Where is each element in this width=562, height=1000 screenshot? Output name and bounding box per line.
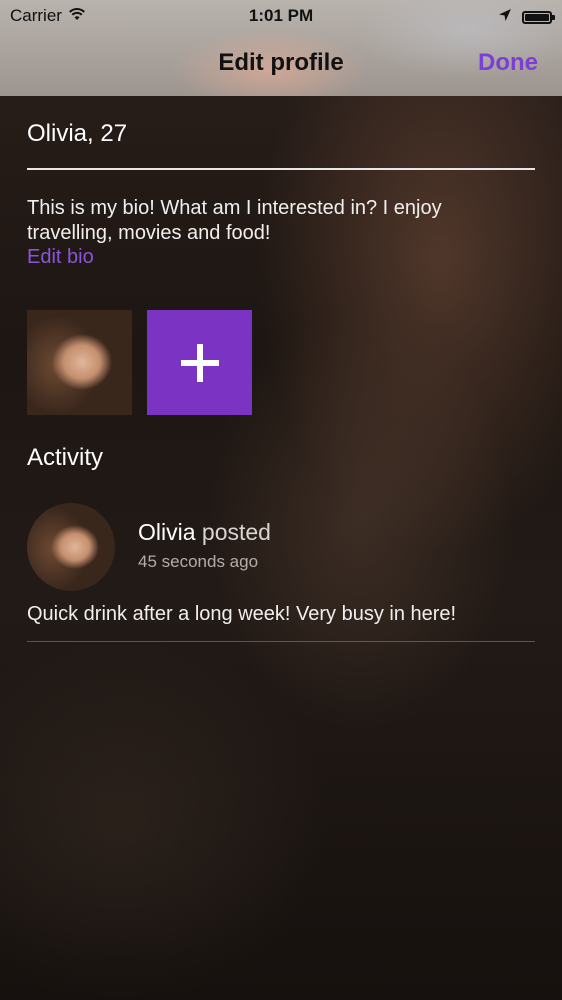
status-bar: Carrier 1:01 PM [0,0,562,32]
post-text: Quick drink after a long week! Very busy… [27,603,457,625]
header: Carrier 1:01 PM Edit profile Done [0,0,562,96]
avatar[interactable] [27,503,115,591]
battery-icon [522,10,555,24]
nav-bar: Edit profile Done [0,32,562,96]
status-right [498,7,555,27]
activity-title: Activity [27,444,104,471]
post-author[interactable]: Olivia [138,519,196,545]
status-time: 1:01 PM [248,6,314,25]
post-action: posted [201,519,271,545]
bio-text: This is my bio! What am I interested in?… [27,197,442,244]
post-timestamp: 45 seconds ago [138,552,259,571]
divider [27,641,535,642]
plus-icon [180,343,219,382]
name-field[interactable]: Olivia, 27 [27,118,535,170]
bio-section: This is my bio! What am I interested in?… [27,196,527,270]
done-button[interactable]: Done [478,49,538,77]
location-arrow-icon [498,7,512,27]
add-photo-button[interactable] [147,310,252,415]
profile-photo[interactable] [27,310,132,415]
post-header: Olivia posted [138,519,271,546]
name-age-value: Olivia, 27 [27,120,128,147]
edit-bio-link[interactable]: Edit bio [27,245,527,270]
